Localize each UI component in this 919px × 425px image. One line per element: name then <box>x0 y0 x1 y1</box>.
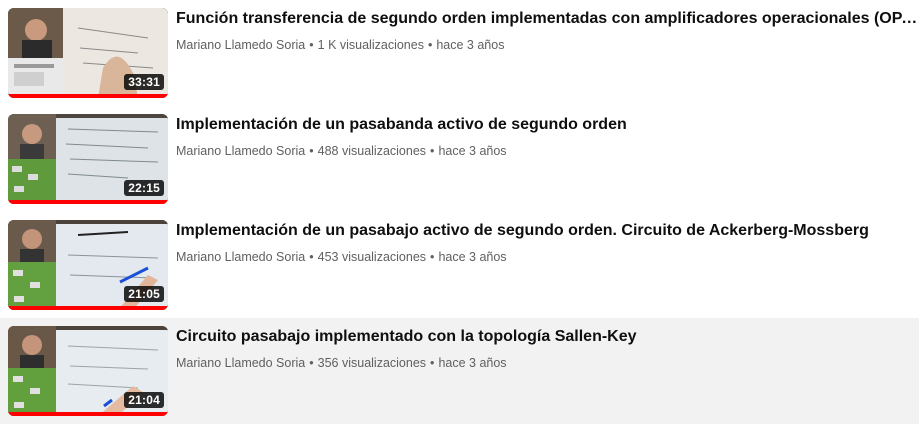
video-thumbnail[interactable]: 21:04 <box>8 326 168 416</box>
video-title[interactable]: Implementación de un pasabanda activo de… <box>176 114 919 136</box>
channel-name[interactable]: Mariano Llamedo Soria <box>176 250 305 264</box>
view-count: 356 visualizaciones <box>317 356 427 370</box>
video-meta: Mariano Llamedo Soria • 453 visualizacione… <box>176 248 919 266</box>
meta-separator: • <box>309 38 314 52</box>
channel-name[interactable]: Mariano Llamedo Soria <box>176 144 305 158</box>
watch-progress-bar <box>8 200 168 204</box>
meta-separator: • <box>309 250 314 264</box>
video-duration: 21:04 <box>124 392 164 408</box>
video-duration: 22:15 <box>124 180 164 196</box>
meta-separator: • <box>430 356 435 370</box>
video-title[interactable]: Circuito pasabajo implementado con la to… <box>176 326 919 348</box>
channel-name[interactable]: Mariano Llamedo Soria <box>176 38 305 52</box>
channel-name[interactable]: Mariano Llamedo Soria <box>176 356 305 370</box>
watch-progress-bar <box>8 94 168 98</box>
video-title[interactable]: Implementación de un pasabajo activo de … <box>176 220 919 242</box>
video-info: Implementación de un pasabanda activo de… <box>176 114 919 212</box>
video-row[interactable]: 21:05 Implementación de un pasabajo acti… <box>0 212 919 318</box>
upload-age: hace 3 años <box>436 38 505 52</box>
upload-age: hace 3 años <box>438 250 507 264</box>
watch-progress-bar <box>8 306 168 310</box>
view-count: 1 K visualizaciones <box>317 38 424 52</box>
video-meta: Mariano Llamedo Soria • 356 visualizacione… <box>176 354 919 372</box>
video-title[interactable]: Función transferencia de segundo orden i… <box>176 8 919 30</box>
video-info: Circuito pasabajo implementado con la to… <box>176 326 919 424</box>
video-row[interactable]: 22:15 Implementación de un pasabanda act… <box>0 106 919 212</box>
video-thumbnail[interactable]: 21:05 <box>8 220 168 310</box>
video-thumbnail[interactable]: 33:31 <box>8 8 168 98</box>
view-count: 488 visualizaciones <box>317 144 427 158</box>
upload-age: hace 3 años <box>438 356 507 370</box>
meta-separator: • <box>309 144 314 158</box>
video-thumbnail[interactable]: 22:15 <box>8 114 168 204</box>
view-count: 453 visualizaciones <box>317 250 427 264</box>
video-list: 33:31 Función transferencia de segundo o… <box>0 0 919 425</box>
video-row[interactable]: 33:31 Función transferencia de segundo o… <box>0 0 919 106</box>
video-duration: 21:05 <box>124 286 164 302</box>
video-row[interactable]: 21:04 Circuito pasabajo implementado con… <box>0 318 919 424</box>
meta-separator: • <box>430 144 435 158</box>
upload-age: hace 3 años <box>438 144 507 158</box>
meta-separator: • <box>430 250 435 264</box>
video-meta: Mariano Llamedo Soria • 1 K visualizacione… <box>176 36 919 54</box>
meta-separator: • <box>309 356 314 370</box>
video-duration: 33:31 <box>124 74 164 90</box>
video-meta: Mariano Llamedo Soria • 488 visualizacione… <box>176 142 919 160</box>
meta-separator: • <box>427 38 433 52</box>
video-info: Implementación de un pasabajo activo de … <box>176 220 919 318</box>
video-info: Función transferencia de segundo orden i… <box>176 8 919 106</box>
watch-progress-bar <box>8 412 168 416</box>
